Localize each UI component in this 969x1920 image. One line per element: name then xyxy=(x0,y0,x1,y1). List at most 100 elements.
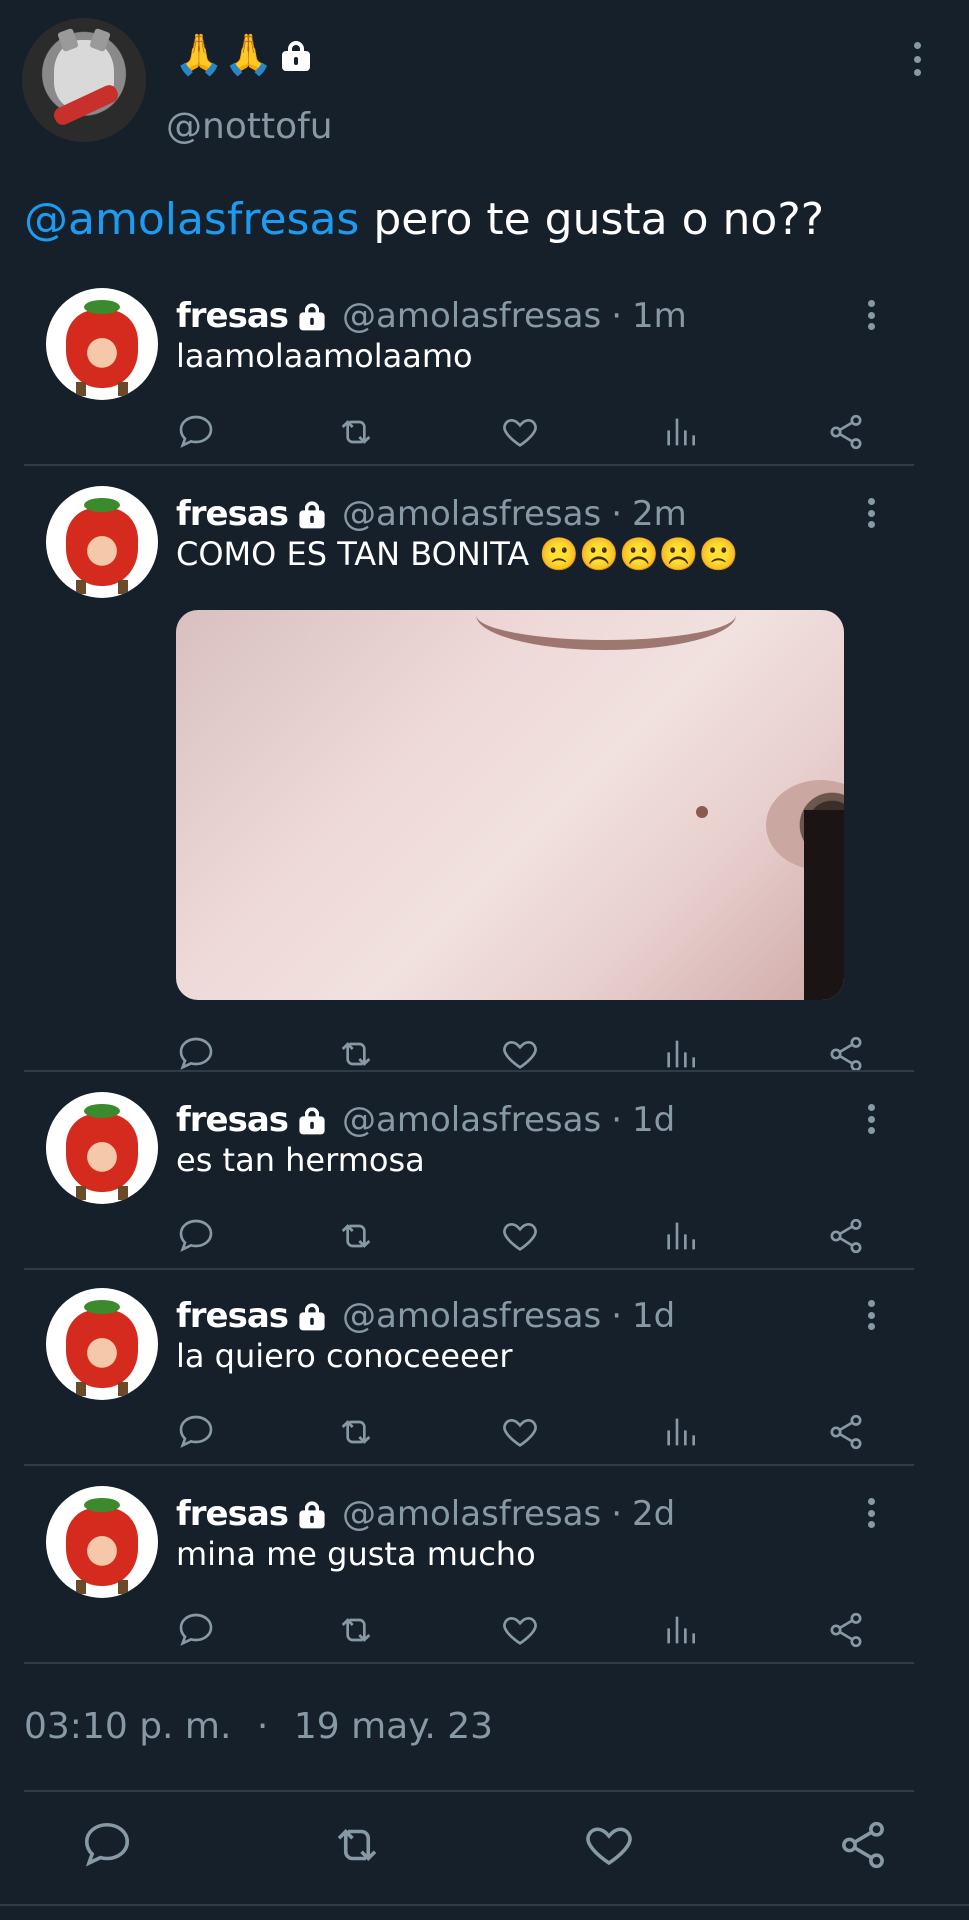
author-handle[interactable]: @nottofu xyxy=(166,106,333,147)
reply-actions xyxy=(176,1034,864,1074)
reply-author-name[interactable]: fresas xyxy=(176,494,289,534)
lock-icon xyxy=(298,500,327,529)
reply-author-name[interactable]: fresas xyxy=(176,1100,289,1140)
reply-icon[interactable] xyxy=(176,1412,216,1452)
reply-actions xyxy=(176,1216,864,1256)
divider xyxy=(24,1268,914,1270)
meta-separator: · xyxy=(611,1494,622,1534)
reply-actions xyxy=(176,1610,864,1650)
more-icon[interactable] xyxy=(866,300,876,330)
reply-handle[interactable]: @amolasfresas xyxy=(342,1296,601,1336)
tweet-timestamp[interactable]: 03:10 p. m. · 19 may. 23 xyxy=(24,1706,493,1747)
share-icon[interactable] xyxy=(826,1610,866,1650)
reply-author-name[interactable]: fresas xyxy=(176,296,289,336)
reply-text: COMO ES TAN BONITA 🙁☹️☹️☹️🙁 xyxy=(176,535,739,573)
lock-icon xyxy=(298,1500,327,1529)
more-icon[interactable] xyxy=(866,1300,876,1330)
like-icon[interactable] xyxy=(500,1412,540,1452)
like-icon[interactable] xyxy=(500,1216,540,1256)
reply-handle[interactable]: @amolasfresas xyxy=(342,494,601,534)
share-icon[interactable] xyxy=(826,1216,866,1256)
meta-separator: · xyxy=(611,1100,622,1140)
main-actions xyxy=(0,1818,969,1874)
reply-author-name[interactable]: fresas xyxy=(176,1296,289,1336)
analytics-icon[interactable] xyxy=(662,1610,702,1650)
reply-text: es tan hermosa xyxy=(176,1141,425,1179)
divider xyxy=(24,1790,914,1792)
like-icon[interactable] xyxy=(500,1034,540,1074)
divider xyxy=(0,1904,969,1906)
divider xyxy=(24,464,914,466)
lock-icon xyxy=(298,302,327,331)
tweet-body: pero te gusta o no?? xyxy=(359,194,825,245)
share-icon[interactable] xyxy=(836,1818,890,1872)
lock-icon xyxy=(298,1302,327,1331)
share-icon[interactable] xyxy=(826,1034,866,1074)
retweet-icon[interactable] xyxy=(336,1610,376,1650)
like-icon[interactable] xyxy=(500,412,540,452)
author-display-name[interactable]: 🙏🙏 xyxy=(174,30,312,80)
reply-icon[interactable] xyxy=(176,1034,216,1074)
time-separator: · xyxy=(256,1706,269,1747)
meta-separator: · xyxy=(611,1296,622,1336)
author-avatar[interactable] xyxy=(22,18,146,142)
reply-time[interactable]: 2m xyxy=(632,494,687,534)
analytics-icon[interactable] xyxy=(662,1412,702,1452)
more-icon[interactable] xyxy=(866,498,876,528)
reply-avatar[interactable] xyxy=(46,1092,158,1204)
analytics-icon[interactable] xyxy=(662,1034,702,1074)
reply-handle[interactable]: @amolasfresas xyxy=(342,1494,601,1534)
reply-icon[interactable] xyxy=(176,1216,216,1256)
reply-avatar[interactable] xyxy=(46,1288,158,1400)
reply-icon[interactable] xyxy=(80,1818,134,1872)
tweet-header: 🙏🙏 @nottofu xyxy=(0,0,969,170)
retweet-icon[interactable] xyxy=(336,1412,376,1452)
analytics-icon[interactable] xyxy=(662,412,702,452)
retweet-icon[interactable] xyxy=(330,1818,384,1872)
reply-text: mina me gusta mucho xyxy=(176,1535,536,1573)
display-name-text: 🙏🙏 xyxy=(174,32,274,78)
reply-time[interactable]: 2d xyxy=(632,1494,675,1534)
reply-author-row: fresas @amolasfresas · 1d xyxy=(176,1100,675,1140)
reply-icon[interactable] xyxy=(176,412,216,452)
more-icon[interactable] xyxy=(866,1498,876,1528)
meta-separator: · xyxy=(611,494,622,534)
reply-avatar[interactable] xyxy=(46,1486,158,1598)
reply-author-row: fresas @amolasfresas · 1d xyxy=(176,1296,675,1336)
more-icon[interactable] xyxy=(910,42,924,76)
reply-author-name[interactable]: fresas xyxy=(176,1494,289,1534)
reply-time[interactable]: 1d xyxy=(632,1100,675,1140)
like-icon[interactable] xyxy=(500,1610,540,1650)
divider xyxy=(24,1464,914,1466)
lock-icon xyxy=(280,39,312,71)
retweet-icon[interactable] xyxy=(336,1034,376,1074)
meta-separator: · xyxy=(611,296,622,336)
share-icon[interactable] xyxy=(826,1412,866,1452)
reply-avatar[interactable] xyxy=(46,486,158,598)
reply-avatar[interactable] xyxy=(46,288,158,400)
like-icon[interactable] xyxy=(582,1818,636,1872)
reply-icon[interactable] xyxy=(176,1610,216,1650)
date-text: 19 may. 23 xyxy=(293,1706,494,1747)
analytics-icon[interactable] xyxy=(662,1216,702,1256)
retweet-icon[interactable] xyxy=(336,412,376,452)
mention-link[interactable]: @amolasfresas xyxy=(24,194,359,245)
reply-handle[interactable]: @amolasfresas xyxy=(342,296,601,336)
reply-time[interactable]: 1m xyxy=(632,296,687,336)
tweet-image[interactable] xyxy=(176,610,844,1000)
reply-text: la quiero conoceeeer xyxy=(176,1337,513,1375)
time-text: 03:10 p. m. xyxy=(24,1706,232,1747)
divider xyxy=(24,1662,914,1664)
share-icon[interactable] xyxy=(826,412,866,452)
lock-icon xyxy=(298,1106,327,1135)
retweet-icon[interactable] xyxy=(336,1216,376,1256)
more-icon[interactable] xyxy=(866,1104,876,1134)
tweet-text: @amolasfresas pero te gusta o no?? xyxy=(24,190,824,250)
reply-actions xyxy=(176,1412,864,1452)
reply-text: laamolaamolaamo xyxy=(176,337,473,375)
reply-handle[interactable]: @amolasfresas xyxy=(342,1100,601,1140)
reply-author-row: fresas @amolasfresas · 1m xyxy=(176,296,687,336)
reply-author-row: fresas @amolasfresas · 2m xyxy=(176,494,687,534)
reply-actions xyxy=(176,412,864,452)
reply-time[interactable]: 1d xyxy=(632,1296,675,1336)
